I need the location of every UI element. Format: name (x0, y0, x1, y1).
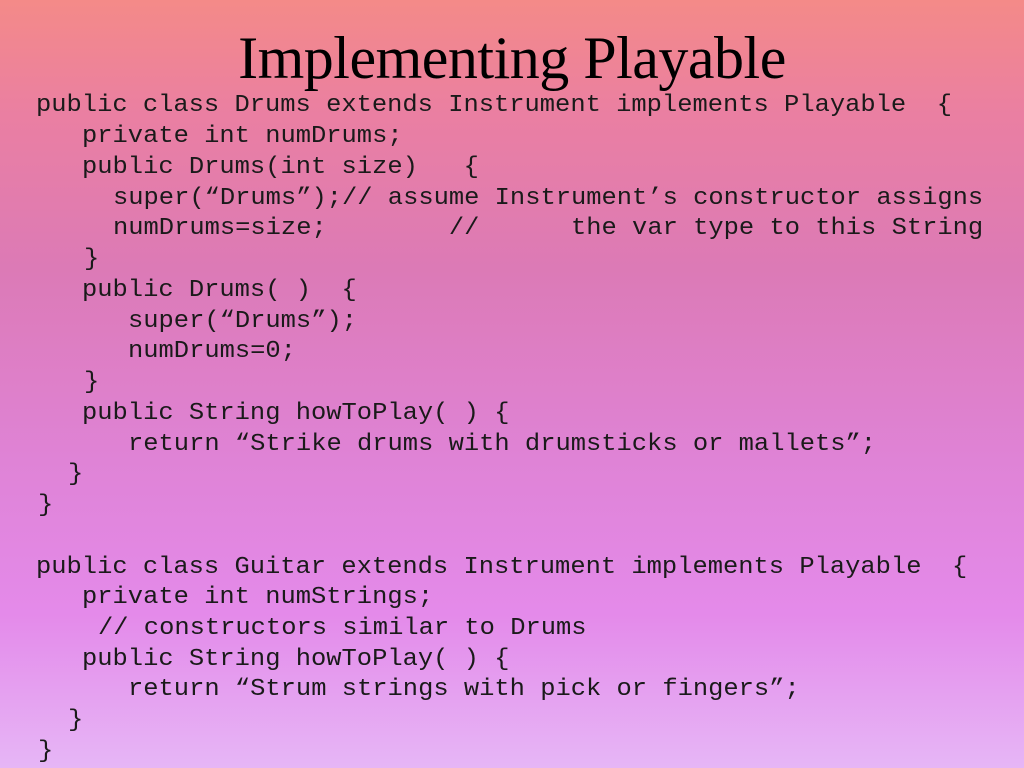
code-line: } (68, 461, 84, 488)
code-line: } (84, 246, 100, 273)
code-line: private int numDrums; (82, 123, 403, 150)
code-line: return “Strum strings with pick or finge… (128, 676, 800, 703)
code-line: } (38, 738, 54, 765)
code-line: } (38, 492, 54, 519)
code-line: } (84, 369, 100, 396)
code-line: public Drums( ) { (82, 277, 357, 304)
code-line: public Drums(int size) { (82, 154, 479, 181)
code-line: numDrums=0; (128, 338, 296, 365)
code-line: return “Strike drums with drumsticks or … (128, 431, 877, 458)
slide-title: Implementing Playable (238, 25, 786, 91)
code-line: public String howToPlay( ) { (82, 400, 510, 427)
code-line: public class Drums extends Instrument im… (36, 92, 952, 119)
code-line: super(“Drums”); (128, 308, 358, 335)
code-line: private int numStrings; (82, 584, 434, 611)
code-line: } (68, 707, 84, 734)
code-line: public class Guitar extends Instrument i… (36, 554, 968, 581)
code-line: super(“Drums”);// assume Instrument’s co… (113, 185, 984, 212)
code-line: // constructors similar to Drums (98, 615, 587, 642)
code-line: public String howToPlay( ) { (82, 646, 510, 673)
code-line: numDrums=size; // the var type to this S… (113, 215, 984, 242)
